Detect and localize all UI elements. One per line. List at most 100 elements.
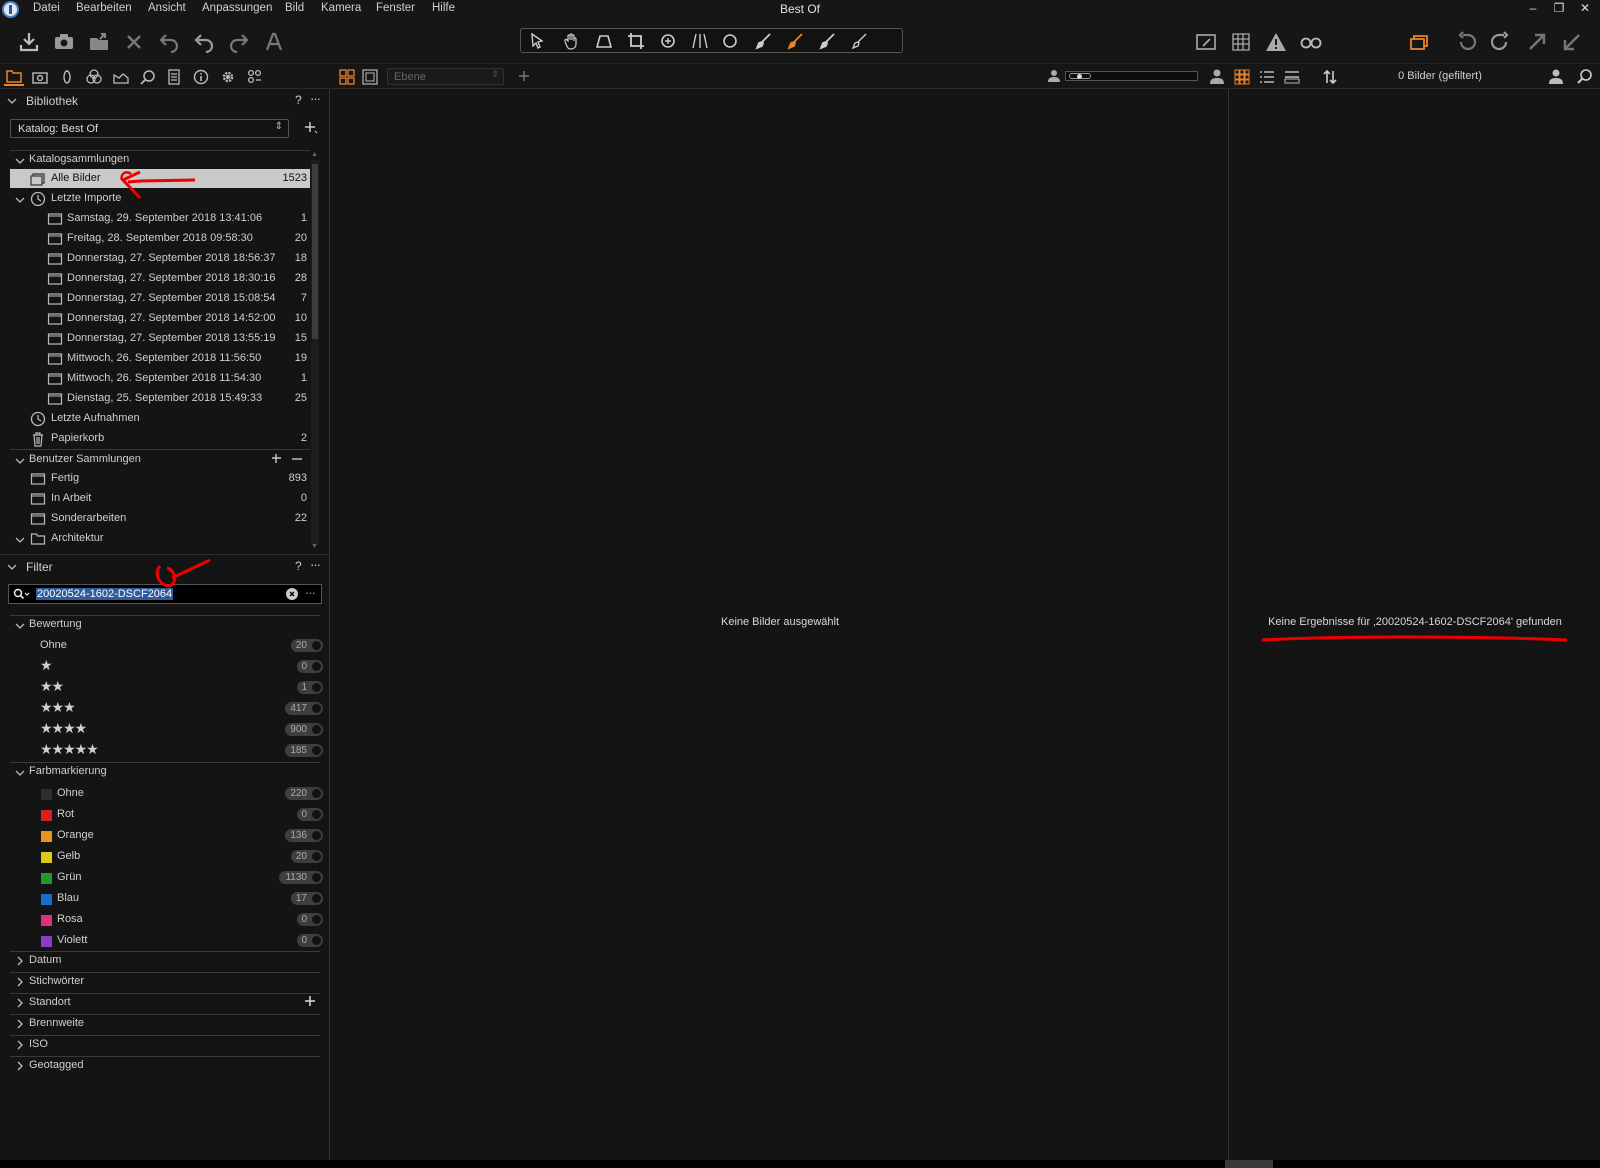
- camera-icon[interactable]: [51, 29, 77, 55]
- maximize-button[interactable]: ❐: [1547, 1, 1571, 19]
- text-icon[interactable]: [261, 29, 287, 55]
- color-tab-icon[interactable]: [84, 68, 104, 86]
- collapsed-filter-item[interactable]: Datum: [10, 951, 320, 971]
- rating-filter-item[interactable]: ★ 0: [10, 657, 323, 677]
- grid-icon[interactable]: [1228, 29, 1254, 55]
- user-collection-item[interactable]: Architektur: [10, 529, 310, 549]
- menu-kamera[interactable]: Kamera: [321, 2, 361, 14]
- import-item[interactable]: Donnerstag, 27. September 2018 13:55:19 …: [10, 329, 310, 349]
- rotate-right-icon[interactable]: [1487, 29, 1513, 55]
- collapsed-filter-item[interactable]: Stichwörter: [10, 972, 320, 992]
- filmstrip-view-icon[interactable]: [1284, 69, 1300, 85]
- rating-filter-item[interactable]: ★★ 1: [10, 678, 323, 698]
- list-view-icon[interactable]: [1259, 69, 1275, 85]
- catalog-select[interactable]: Katalog: Best Of ⇕: [10, 119, 289, 138]
- rating-filter-header[interactable]: Bewertung: [10, 615, 320, 635]
- color-count-toggle[interactable]: 136: [285, 829, 323, 842]
- import-item[interactable]: Freitag, 28. September 2018 09:58:30 20: [10, 229, 310, 249]
- rotate-left-icon[interactable]: [1454, 29, 1480, 55]
- import-item[interactable]: Samstag, 29. September 2018 13:41:06 1: [10, 209, 310, 229]
- menu-bild[interactable]: Bild: [285, 2, 304, 14]
- workspace-tab-icon[interactable]: [245, 68, 265, 86]
- filter-more-button[interactable]: ···: [310, 557, 321, 572]
- collapsed-filter-item[interactable]: Brennweite: [10, 1014, 320, 1034]
- collapsed-filter-item[interactable]: ISO: [10, 1035, 320, 1055]
- rating-count-toggle[interactable]: 1: [297, 681, 323, 694]
- brush-active-icon[interactable]: [785, 32, 807, 50]
- user-collections-header[interactable]: Benutzer Sammlungen: [10, 450, 310, 470]
- copy-adjustments-icon[interactable]: [1406, 29, 1432, 55]
- import-item[interactable]: Donnerstag, 27. September 2018 18:56:37 …: [10, 249, 310, 269]
- library-help-button[interactable]: ?: [295, 93, 302, 107]
- user-collection-item[interactable]: Sonderarbeiten 22: [10, 509, 310, 529]
- menu-ansicht[interactable]: Ansicht: [148, 2, 186, 14]
- glasses-icon[interactable]: [1298, 29, 1324, 55]
- color-filter-item[interactable]: Rosa 0: [10, 910, 323, 930]
- undo-all-icon[interactable]: [156, 29, 182, 55]
- color-filter-item[interactable]: Orange 136: [10, 826, 323, 846]
- metadata-tab-icon[interactable]: [191, 68, 211, 86]
- scroll-down-icon[interactable]: ▼: [311, 543, 319, 551]
- filter-search-input[interactable]: 20020524-1602-DSCF2064 ···: [8, 584, 322, 604]
- color-filter-item[interactable]: Rot 0: [10, 805, 323, 825]
- user-collection-item[interactable]: Fertig 893: [10, 469, 310, 489]
- import-item[interactable]: Donnerstag, 27. September 2018 15:08:54 …: [10, 289, 310, 309]
- add-location-icon[interactable]: [304, 995, 316, 1007]
- browser-search-icon[interactable]: [1577, 68, 1593, 84]
- color-count-toggle[interactable]: 1130: [279, 871, 323, 884]
- menu-hilfe[interactable]: Hilfe: [432, 2, 455, 14]
- import-item[interactable]: Mittwoch, 26. September 2018 11:54:30 1: [10, 369, 310, 389]
- import-item[interactable]: Donnerstag, 27. September 2018 18:30:16 …: [10, 269, 310, 289]
- rotate-icon[interactable]: [657, 32, 679, 50]
- search-icon[interactable]: [13, 588, 31, 601]
- redo-icon[interactable]: [226, 29, 252, 55]
- color-filter-item[interactable]: Blau 17: [10, 889, 323, 909]
- import-item[interactable]: Dienstag, 25. September 2018 15:49:33 25: [10, 389, 310, 409]
- person-small-icon[interactable]: [1047, 69, 1061, 83]
- layer-select[interactable]: Ebene ⇕: [387, 68, 504, 85]
- add-layer-icon[interactable]: [518, 70, 532, 84]
- browser[interactable]: Keine Ergebnisse für ‚20020524-1602-DSCF…: [1230, 89, 1600, 1160]
- import-icon[interactable]: [16, 29, 42, 55]
- rating-count-toggle[interactable]: 185: [285, 744, 323, 757]
- menu-bearbeiten[interactable]: Bearbeiten: [76, 2, 132, 14]
- straighten-icon[interactable]: [689, 32, 711, 50]
- person-large-icon[interactable]: [1209, 68, 1225, 84]
- all-images-item[interactable]: Alle Bilder 1523: [10, 169, 310, 188]
- sort-icon[interactable]: [1322, 69, 1338, 85]
- color-count-toggle[interactable]: 0: [297, 913, 323, 926]
- color-count-toggle[interactable]: 20: [291, 850, 323, 863]
- capture-tab-icon[interactable]: [30, 68, 50, 86]
- gradient-icon[interactable]: [849, 32, 871, 50]
- clear-search-icon[interactable]: [286, 588, 298, 600]
- settings-tab-icon[interactable]: [218, 68, 238, 86]
- reset-icon[interactable]: [1559, 29, 1585, 55]
- rating-filter-item[interactable]: ★★★ 417: [10, 699, 323, 719]
- color-filter-item[interactable]: Gelb 20: [10, 847, 323, 867]
- menu-fenster[interactable]: Fenster: [376, 2, 415, 14]
- color-count-toggle[interactable]: 0: [297, 934, 323, 947]
- menu-anpassungen[interactable]: Anpassungen: [202, 2, 272, 14]
- lens-tab-icon[interactable]: [57, 68, 77, 86]
- rating-filter-item[interactable]: ★★★★ 900: [10, 720, 323, 740]
- adjustments-tab-icon[interactable]: [164, 68, 184, 86]
- color-count-toggle[interactable]: 220: [285, 787, 323, 800]
- single-view-icon[interactable]: [362, 69, 378, 85]
- select-icon[interactable]: [527, 32, 549, 50]
- color-filter-item[interactable]: Ohne 220: [10, 784, 323, 804]
- color-filter-header[interactable]: Farbmarkierung: [10, 762, 320, 782]
- scroll-up-icon[interactable]: ▲: [311, 151, 319, 159]
- add-collection-icon[interactable]: [271, 453, 283, 465]
- rating-filter-item[interactable]: ★★★★★ 185: [10, 741, 323, 761]
- edit-icon[interactable]: [1193, 29, 1219, 55]
- catalog-collections-header[interactable]: Katalogsammlungen: [10, 150, 310, 170]
- eraser-icon[interactable]: [817, 32, 839, 50]
- menu-datei[interactable]: Datei: [33, 2, 60, 14]
- recent-captures-item[interactable]: Letzte Aufnahmen: [10, 409, 310, 429]
- pan-icon[interactable]: [561, 32, 583, 50]
- brush-icon[interactable]: [753, 32, 775, 50]
- thumbnail-view-icon[interactable]: [1234, 69, 1250, 85]
- rating-filter-item[interactable]: Ohne 20: [10, 636, 323, 656]
- app-logo-icon[interactable]: [2, 1, 19, 18]
- exposure-tab-icon[interactable]: [111, 68, 131, 86]
